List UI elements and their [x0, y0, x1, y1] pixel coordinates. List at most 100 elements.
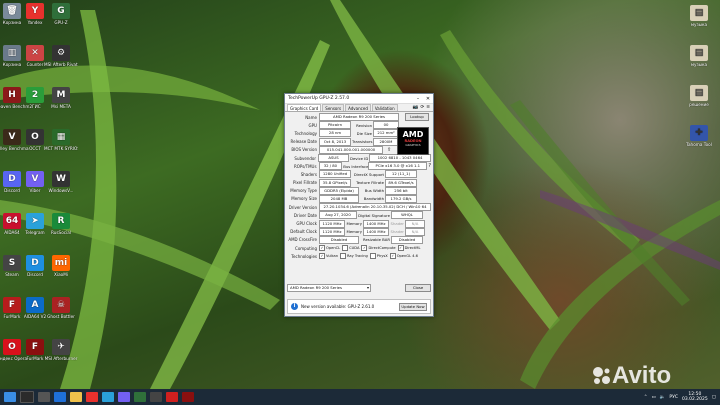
tab-sensors[interactable]: Sensors [322, 104, 345, 111]
driver-date-field[interactable]: Aug 27, 2020 [319, 211, 357, 220]
device-id-field[interactable]: 1002 6810 - 1043 0464 [369, 154, 431, 163]
camera-icon[interactable]: 📷 [413, 105, 419, 110]
die-size-label: Die Size [356, 130, 372, 136]
ray-tracing-checkbox[interactable]: Ray Tracing [340, 253, 368, 260]
file-icon: ▤ [690, 5, 708, 21]
bus-interface-field[interactable]: PCIe x16 3.0 @ x16 1.1 [368, 162, 428, 171]
start-windows-icon[interactable] [4, 392, 16, 402]
language-indicator[interactable]: РУС [669, 395, 678, 400]
texture-fillrate-field[interactable]: 89.6 GTexel/s [385, 178, 417, 187]
rops-field[interactable]: 32 / 80 [318, 162, 343, 171]
refresh-icon[interactable]: ⟳ [420, 105, 424, 110]
clock-date: 03.02.2025 [681, 397, 708, 402]
desktop-icon[interactable]: R RusSocial [44, 213, 78, 235]
window-titlebar[interactable]: TechPowerUp GPU-Z 2.57.0 – ✕ [285, 94, 433, 104]
desktop-icon[interactable]: ⚙MSI Afterb Rivatuner [44, 45, 78, 67]
name-field[interactable]: AMD Radeon R9 200 Series [319, 113, 399, 122]
tab-validation[interactable]: Validation [371, 104, 398, 111]
shaders-label: Shaders [300, 171, 317, 177]
search-icon[interactable] [20, 391, 34, 403]
bus-width-label: Bus Width [364, 188, 384, 194]
desktop-icon[interactable]: ▤ музыка [682, 5, 716, 27]
task-view-icon[interactable] [38, 392, 50, 402]
directcompute-checkbox[interactable]: ✓ DirectCompute [361, 245, 396, 252]
close-button[interactable]: Close [405, 284, 431, 292]
desktop-icon[interactable]: ✈ MSI Afterburner [44, 339, 78, 361]
default-shader-label: Shader [390, 229, 404, 235]
gpu-field[interactable]: Pitcairn [319, 121, 351, 130]
driver-version-field[interactable]: 27.20.1034.6 (Adrenalin 20.10.35.02) DCH… [319, 203, 431, 212]
default-memory-field[interactable]: 1400 MHz [363, 227, 389, 236]
app-icon: F [26, 339, 44, 355]
clock[interactable]: 12:50 03.02.2025 [682, 392, 708, 402]
bandwidth-field[interactable]: 179.2 GB/s [385, 194, 417, 203]
desktop-icon-label: музыка [690, 22, 708, 27]
tray-chevron-icon[interactable]: ⌃ [644, 395, 648, 400]
desktop-icon[interactable]: G GPU-Z [44, 3, 78, 25]
share-icon[interactable]: ⇪ [387, 147, 391, 153]
technology-field[interactable]: 28 nm [319, 129, 351, 138]
desktop-icon[interactable]: M Msi META [44, 87, 78, 109]
minimize-icon[interactable]: – [413, 96, 423, 102]
app-icon: ⚙ [52, 45, 70, 61]
directx-field[interactable]: 12 (11_1) [385, 170, 417, 179]
help-icon[interactable]: ? [428, 163, 431, 169]
gpu-clock-field[interactable]: 1120 MHz [319, 219, 345, 228]
steam-icon[interactable] [150, 392, 162, 402]
subvendor-field[interactable]: ASUS [318, 154, 350, 163]
yandex-icon[interactable] [86, 392, 98, 402]
desktop-icon[interactable]: ▤ решение [682, 85, 716, 107]
desktop-icon[interactable]: mi XiaoMi [44, 255, 78, 277]
opengl-checkbox[interactable]: ✓ OpenGL 4.6 [389, 253, 418, 260]
default-shader-field[interactable]: N/A [405, 227, 425, 236]
directml-checkbox[interactable]: ✓ DirectML [397, 245, 420, 252]
notification-icon[interactable]: ▢ [712, 395, 716, 400]
telegram-icon[interactable] [102, 392, 114, 402]
volume-icon[interactable]: 🔈 [660, 395, 666, 400]
desktop-icon[interactable]: W WindowsV... [44, 171, 78, 193]
directx-label: DirectX Support [353, 171, 384, 177]
die-size-field[interactable]: 212 mm² [373, 129, 399, 138]
pixel-fillrate-field[interactable]: 35.8 GPixel/s [319, 178, 351, 187]
close-window-icon[interactable]: ✕ [423, 96, 433, 102]
edge-icon[interactable] [54, 392, 66, 402]
gpu-clock-memory-field[interactable]: 1400 MHz [363, 219, 389, 228]
desktop-icon[interactable]: ▤ музыка [682, 45, 716, 67]
bandwidth-label: Bandwidth [363, 196, 384, 202]
update-now-button[interactable]: Update Now [399, 302, 427, 311]
bios-field[interactable]: 015.041.000.001.000000 [319, 145, 383, 154]
tab-graphics-card[interactable]: Graphics Card [287, 104, 322, 111]
resizable-bar-field[interactable]: Disabled [391, 235, 423, 244]
memory-size-field[interactable]: 2048 MB [319, 194, 359, 203]
gpuz-window[interactable]: TechPowerUp GPU-Z 2.57.0 – ✕ Graphics Ca… [284, 93, 434, 317]
crossfire-field[interactable]: Disabled [319, 235, 359, 244]
release-date-field[interactable]: Oct 8, 2013 [319, 137, 351, 146]
digital-signature-field[interactable]: WHQL [391, 211, 423, 220]
app-icon: ✈ [52, 339, 70, 355]
opencl-checkbox[interactable]: ✓ OpenCL [319, 245, 340, 252]
app-icon: Y [26, 3, 44, 19]
default-clock-field[interactable]: 1120 MHz [319, 227, 345, 236]
transistors-field[interactable]: 2800M [373, 137, 399, 146]
gpuz-taskbar-icon[interactable] [134, 392, 146, 402]
card-select[interactable]: AMD Radeon R9 200 Series [287, 284, 371, 292]
desktop-icon[interactable]: ☠ Ghost Bottler [44, 297, 78, 319]
network-icon[interactable]: ▭ [651, 395, 655, 400]
bus-width-field[interactable]: 256 bit [385, 186, 417, 195]
cuda-checkbox[interactable]: CUDA [342, 245, 359, 252]
desktop-icon[interactable]: ✚ Tahoma Tool [682, 125, 716, 147]
furmark-icon[interactable] [182, 392, 194, 402]
tab-advanced[interactable]: Advanced [345, 104, 371, 111]
vulkan-checkbox[interactable]: ✓ Vulkan [319, 253, 338, 260]
memory-type-field[interactable]: GDDR5 (Elpida) [319, 186, 359, 195]
shader-field[interactable]: N/A [405, 219, 425, 228]
shaders-field[interactable]: 1280 Unified [319, 170, 351, 179]
revision-field[interactable]: 00 [373, 121, 399, 130]
afterburner-icon[interactable] [166, 392, 178, 402]
desktop-icon[interactable]: ▦ MCT MTK SYRIOS [44, 129, 78, 151]
lookup-button[interactable]: Lookup [405, 113, 429, 122]
viber-icon[interactable] [118, 392, 130, 402]
explorer-icon[interactable] [70, 392, 82, 402]
physx-checkbox[interactable]: PhysX [369, 253, 388, 260]
menu-icon[interactable]: ≡ [426, 105, 430, 110]
